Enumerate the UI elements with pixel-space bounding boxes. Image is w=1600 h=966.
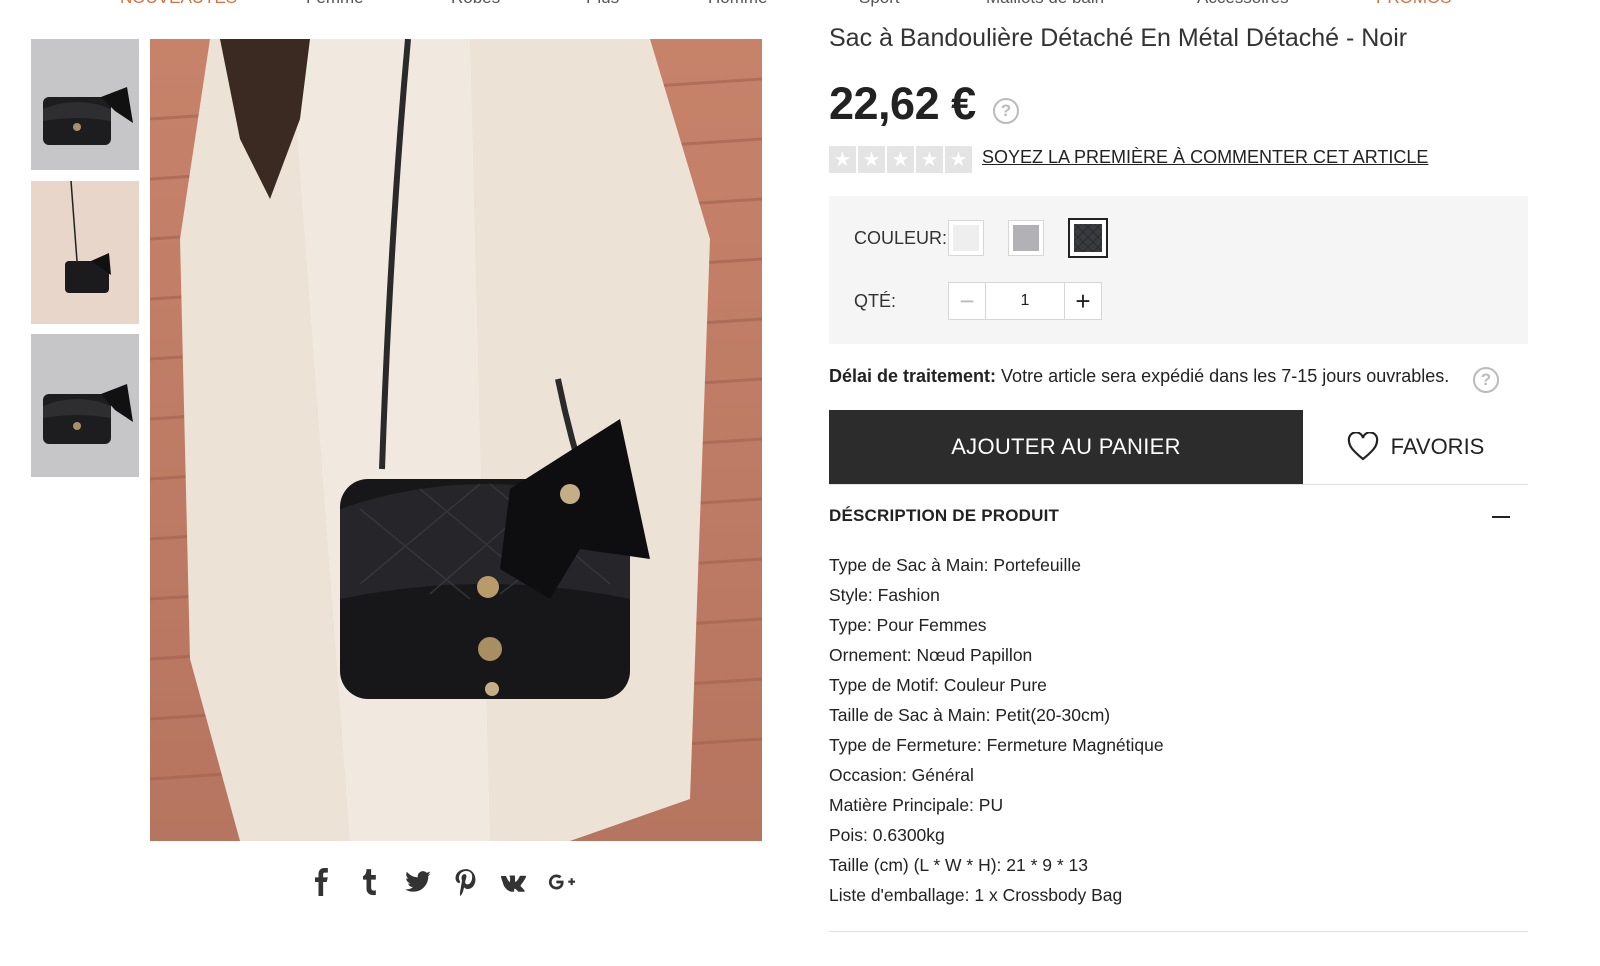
processing-help-icon[interactable]: ? [1473, 367, 1499, 393]
spec-item: Type de Sac à Main: Portefeuille [829, 555, 1081, 575]
nav-item-accessoires[interactable]: Accessoires [1197, 0, 1289, 8]
nav-item-robes[interactable]: Robes [451, 0, 500, 8]
color-swatch-white[interactable] [948, 220, 984, 256]
product-title: Sac à Bandoulière Détaché En Métal Détac… [829, 24, 1408, 52]
star-icon: ★ [858, 146, 885, 173]
star-icon: ★ [887, 146, 914, 173]
quantity-stepper: − + [948, 282, 1102, 320]
spec-item: Taille de Sac à Main: Petit(20-30cm) [829, 705, 1111, 725]
heart-icon [1347, 432, 1378, 461]
star-icon: ★ [945, 146, 972, 173]
favorites-label: FAVORIS [1390, 434, 1485, 459]
spec-item: Pois: 0.6300kg [829, 825, 945, 845]
nav-item-femme[interactable]: Femme [306, 0, 364, 8]
spec-item: Liste d'emballage: 1 x Crossbody Bag [829, 885, 1123, 905]
color-label: COULEUR: [854, 228, 948, 248]
nav-item-maillots[interactable]: Maillots de bain [986, 0, 1104, 8]
gallery-thumbnail-2[interactable] [31, 181, 139, 324]
spec-item: Style: Fashion [829, 585, 940, 605]
facebook-icon[interactable] [307, 866, 337, 898]
description-heading[interactable]: DÉSCRIPTION DE PRODUIT [829, 506, 1059, 526]
divider [829, 931, 1528, 932]
nav-item-promos[interactable]: PROMOS [1376, 0, 1452, 8]
spec-item: Type de Motif: Couleur Pure [829, 675, 1047, 695]
pinterest-icon[interactable] [451, 866, 481, 898]
processing-time-label: Délai de traitement: [829, 366, 997, 386]
star-icon: ★ [916, 146, 943, 173]
star-icon: ★ [829, 146, 856, 173]
google-plus-icon[interactable] [547, 866, 577, 898]
quantity-label: QTÉ: [854, 291, 897, 311]
spec-item: Matière Principale: PU [829, 795, 1004, 815]
color-swatch-grey[interactable] [1008, 220, 1044, 256]
nav-item-nouveautes[interactable]: NOUVEAUTÉS [120, 0, 237, 8]
processing-time: Délai de traitement: Votre article sera … [829, 366, 1449, 387]
spec-item: Type de Fermeture: Fermeture Magnétique [829, 735, 1164, 755]
spec-item: Type: Pour Femmes [829, 615, 987, 635]
add-to-cart-button[interactable]: AJOUTER AU PANIER [829, 410, 1303, 484]
quantity-input[interactable] [986, 283, 1064, 319]
twitter-icon[interactable] [403, 866, 433, 898]
model-thumbnail-image [31, 181, 139, 324]
model-with-bag-photo [150, 39, 762, 841]
bag-thumbnail-image [31, 39, 139, 170]
rating-stars: ★ ★ ★ ★ ★ [829, 146, 972, 173]
gallery-thumbnail-1[interactable] [31, 39, 139, 170]
product-specs-list: Type de Sac à Main: Portefeuille Style: … [829, 550, 1164, 910]
divider [829, 484, 1528, 485]
share-bar [307, 864, 577, 900]
spec-item: Occasion: Général [829, 765, 974, 785]
product-options-panel: COULEUR: QTÉ: − + [829, 196, 1528, 344]
nav-item-homme[interactable]: Homme [708, 0, 768, 8]
favorites-button[interactable]: FAVORIS [1303, 410, 1528, 484]
spec-item: Taille (cm) (L * W * H): 21 * 9 * 13 [829, 855, 1089, 875]
processing-time-text: Votre article sera expédié dans les 7-15… [996, 366, 1450, 386]
price-help-icon[interactable]: ? [993, 98, 1019, 124]
spec-item: Ornement: Nœud Papillon [829, 645, 1033, 665]
gallery-thumbnail-3[interactable] [31, 334, 139, 477]
product-price: 22,62 € [829, 78, 976, 129]
main-product-image[interactable] [150, 39, 762, 841]
top-navigation: NOUVEAUTÉS Femme Robes Plus Homme Sport … [0, 0, 1600, 12]
vk-icon[interactable] [499, 866, 529, 898]
quantity-increase-button[interactable]: + [1064, 283, 1101, 319]
nav-item-sport[interactable]: Sport [859, 0, 900, 8]
tumblr-icon[interactable] [355, 866, 385, 898]
quantity-decrease-button[interactable]: − [949, 283, 986, 319]
collapse-icon[interactable] [1490, 506, 1512, 528]
first-review-link[interactable]: SOYEZ LA PREMIÈRE À COMMENTER CET ARTICL… [982, 147, 1428, 168]
nav-item-plus[interactable]: Plus [586, 0, 619, 8]
bag-thumbnail-image [31, 334, 139, 477]
color-swatch-black[interactable] [1068, 218, 1108, 258]
